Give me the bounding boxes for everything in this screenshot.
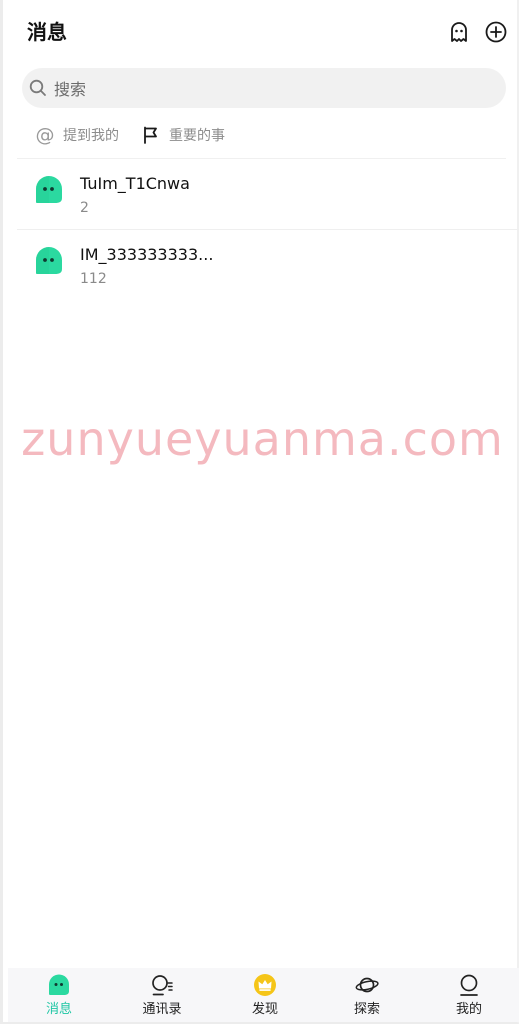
tab-discover[interactable]: 发现 xyxy=(214,968,316,1022)
plus-circle-icon[interactable] xyxy=(484,20,508,44)
message-ghost-icon xyxy=(49,974,69,995)
conversation-preview: 112 xyxy=(80,271,107,287)
quick-filters: @ 提到我的 重要的事 xyxy=(3,118,517,152)
search-input[interactable] xyxy=(52,68,496,110)
filter-important[interactable]: 重要的事 xyxy=(141,123,225,147)
tab-label: 通讯录 xyxy=(142,1002,182,1017)
chat-screen: 消息 @ 提到我的 重要的事 xyxy=(0,0,519,1024)
tab-label: 发现 xyxy=(251,1002,278,1017)
tab-profile[interactable]: 我的 xyxy=(418,968,519,1022)
tab-label: 我的 xyxy=(455,1002,482,1017)
crown-icon xyxy=(254,974,276,996)
green-ghost-avatar xyxy=(36,176,62,203)
watermark: zunyueyuanma.com xyxy=(21,412,504,466)
conversation-item[interactable]: TuIm_T1Cnwa 2 xyxy=(17,159,519,229)
tab-explore[interactable]: 探索 xyxy=(316,968,418,1022)
tab-label: 探索 xyxy=(353,1002,380,1017)
filter-important-label: 重要的事 xyxy=(169,128,225,144)
conversation-name: TuIm_T1Cnwa xyxy=(80,174,190,193)
conversation-name: IM_333333333... xyxy=(80,245,214,264)
flag-icon xyxy=(144,126,157,144)
ghost-icon[interactable] xyxy=(447,20,471,44)
at-icon: @ xyxy=(35,124,55,146)
profile-icon xyxy=(460,974,478,996)
page-title: 消息 xyxy=(27,20,67,44)
search-bar[interactable] xyxy=(22,68,506,110)
bottom-tab-bar: 消息 通讯录 发现 探索 我的 xyxy=(8,968,519,1022)
green-ghost-avatar xyxy=(36,247,62,274)
filter-mentions[interactable]: @ 提到我的 xyxy=(35,123,120,147)
search-icon xyxy=(29,79,46,96)
tab-contacts[interactable]: 通讯录 xyxy=(111,968,213,1022)
tab-messages[interactable]: 消息 xyxy=(8,968,110,1022)
planet-icon xyxy=(355,977,379,993)
tab-label: 消息 xyxy=(45,1002,72,1017)
conversation-item[interactable]: IM_333333333... 112 xyxy=(17,230,519,300)
contacts-icon xyxy=(152,975,173,996)
app-header: 消息 xyxy=(3,0,517,64)
filter-mentions-label: 提到我的 xyxy=(63,128,119,144)
conversation-preview: 2 xyxy=(80,200,89,216)
